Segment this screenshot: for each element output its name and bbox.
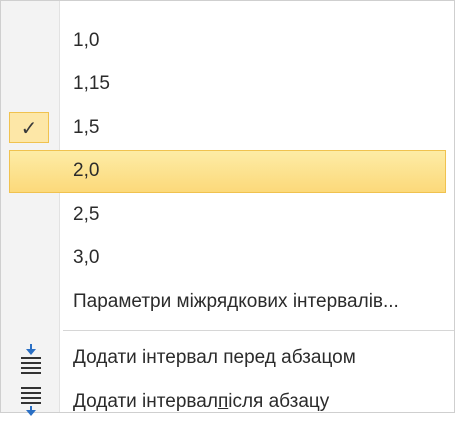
menu-items: 1,0 1,15 ✓ 1,5 2,0 2,5 3,0 Параметри між…: [1, 19, 454, 424]
spacing-option-3-0[interactable]: 3,0: [1, 237, 454, 281]
spacing-option-1-15[interactable]: 1,15: [1, 63, 454, 107]
add-space-after-label: Додати інтервал п ісля абзацу: [73, 380, 329, 424]
line-spacing-menu: 1,0 1,15 ✓ 1,5 2,0 2,5 3,0 Параметри між…: [0, 0, 455, 416]
spacing-option-label: 2,5: [73, 203, 100, 225]
line-spacing-options-item[interactable]: Параметри міжрядкових інтервалів...: [1, 280, 454, 324]
add-space-before-label: Додати інтервал перед абзацом: [73, 347, 356, 369]
menu-separator: [63, 329, 454, 331]
spacing-option-1-5[interactable]: ✓ 1,5: [1, 106, 454, 150]
add-space-after-item[interactable]: Додати інтервал п ісля абзацу: [1, 380, 454, 424]
add-space-after-prefix: Додати інтервал: [73, 390, 218, 412]
spacing-option-2-5[interactable]: 2,5: [1, 193, 454, 237]
spacing-option-1-0[interactable]: 1,0: [1, 19, 454, 63]
spacing-option-label: 1,0: [73, 29, 100, 51]
spacing-option-label: 2,0: [73, 160, 100, 182]
add-space-after-suffix: ісля абзацу: [228, 390, 330, 412]
spacing-option-label: 1,5: [73, 116, 100, 138]
spacing-option-2-0[interactable]: 2,0: [9, 149, 446, 193]
add-space-before-item[interactable]: Додати інтервал перед абзацом: [1, 337, 454, 381]
line-spacing-options-label: Параметри міжрядкових інтервалів...: [73, 290, 399, 312]
spacing-option-label: 1,15: [73, 73, 110, 95]
spacing-option-label: 3,0: [73, 247, 100, 269]
spacing-before-icon: [19, 343, 43, 374]
checkmark-icon: ✓: [9, 112, 49, 143]
add-space-after-mnemonic: п: [217, 390, 229, 412]
